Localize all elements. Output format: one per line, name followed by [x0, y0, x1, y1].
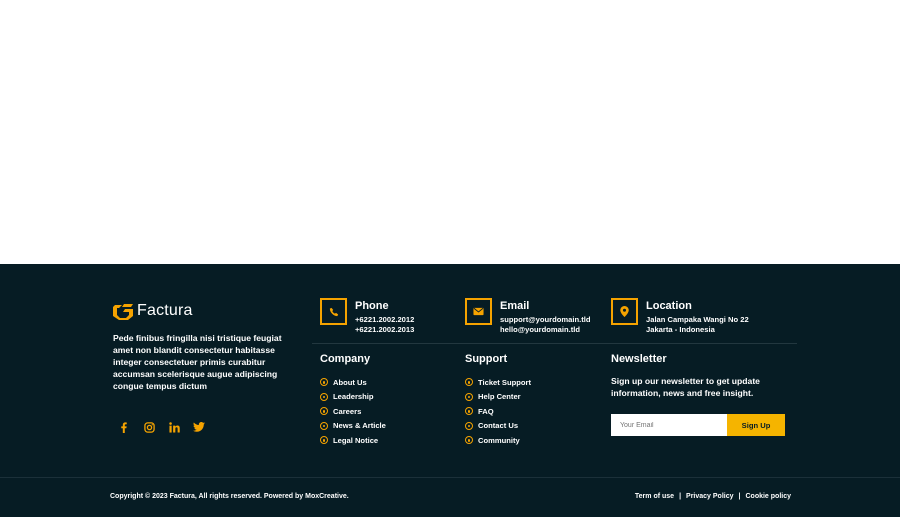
bullet-circle-icon	[465, 421, 473, 430]
footer-link-contact-us[interactable]: Contact Us	[465, 419, 531, 434]
bullet-circle-icon	[465, 436, 473, 445]
cookie-policy-link[interactable]: Cookie policy	[745, 493, 791, 500]
footer-about-text: Pede finibus fringilla nisi tristique fe…	[113, 333, 282, 391]
linkedin-icon[interactable]	[168, 421, 180, 433]
footer-link-legal-notice[interactable]: Legal Notice	[320, 433, 386, 448]
logo-text: Factura	[137, 302, 193, 319]
location-pin-icon	[611, 298, 638, 325]
support-links: Support Ticket Support Help Center FAQ C…	[465, 353, 531, 448]
logo[interactable]: Factura	[113, 302, 288, 320]
footer-link-faq[interactable]: FAQ	[465, 404, 531, 419]
phone-number-1[interactable]: +6221.2002.2012	[355, 315, 414, 325]
newsletter-email-input[interactable]	[611, 414, 727, 436]
contact-location: Location Jalan Campaka Wangi No 22 Jakar…	[611, 298, 749, 335]
link-label: Careers	[333, 406, 362, 416]
bullet-circle-icon	[320, 407, 328, 416]
location-line-1: Jalan Campaka Wangi No 22	[646, 315, 749, 324]
link-label: Community	[478, 435, 520, 445]
link-label: Legal Notice	[333, 435, 379, 445]
footer-link-help-center[interactable]: Help Center	[465, 390, 531, 405]
privacy-policy-link[interactable]: Privacy Policy	[686, 493, 733, 500]
contact-phone: Phone +6221.2002.2012 +6221.2002.2013	[320, 298, 414, 335]
link-label: Contact Us	[478, 421, 519, 431]
link-label: FAQ	[478, 406, 494, 416]
footer-link-about-us[interactable]: About Us	[320, 375, 386, 390]
term-of-use-link[interactable]: Term of use	[635, 493, 674, 500]
newsletter-heading: Newsletter	[611, 353, 667, 365]
newsletter-section: Newsletter Sign up our newsletter to get…	[611, 353, 781, 399]
footer-link-leadership[interactable]: Leadership	[320, 390, 386, 405]
copyright-text: Copyright © 2023 Factura, All rights res…	[110, 493, 349, 500]
instagram-icon[interactable]	[143, 421, 155, 433]
link-label: News & Article	[333, 421, 386, 431]
link-label: Help Center	[478, 392, 521, 402]
link-label: Leadership	[333, 392, 374, 402]
footer-link-community[interactable]: Community	[465, 433, 531, 448]
phone-title: Phone	[355, 300, 389, 312]
support-heading: Support	[465, 353, 508, 365]
twitter-icon[interactable]	[193, 421, 205, 433]
link-label: Ticket Support	[478, 377, 532, 387]
bullet-circle-icon	[465, 407, 473, 416]
email-address-2[interactable]: hello@yourdomain.tld	[500, 325, 591, 335]
company-links: Company About Us Leadership Careers News…	[320, 353, 386, 448]
footer-brand: Factura Pede finibus fringilla nisi tris…	[113, 302, 288, 392]
bullet-circle-icon	[320, 421, 328, 430]
social-links	[118, 421, 205, 433]
newsletter-form: Sign Up	[611, 414, 785, 436]
footer-link-news-article[interactable]: News & Article	[320, 419, 386, 434]
contact-email: Email support@yourdomain.tld hello@yourd…	[465, 298, 591, 335]
email-title: Email	[500, 300, 530, 312]
contact-divider	[312, 343, 797, 344]
factura-logo-icon	[113, 303, 133, 320]
footer-link-ticket-support[interactable]: Ticket Support	[465, 375, 531, 390]
link-label: About Us	[333, 377, 367, 387]
company-heading: Company	[320, 353, 371, 365]
location-title: Location	[646, 300, 692, 312]
link-separator: |	[738, 493, 741, 500]
facebook-icon[interactable]	[118, 421, 130, 433]
phone-icon	[320, 298, 347, 325]
bullet-circle-icon	[320, 392, 328, 401]
link-separator: |	[679, 493, 682, 500]
email-icon	[465, 298, 492, 325]
legal-links: Term of use | Privacy Policy | Cookie po…	[635, 493, 791, 500]
location-line-2: Jakarta - Indonesia	[646, 325, 715, 334]
page-blank-area	[0, 0, 900, 264]
phone-number-2[interactable]: +6221.2002.2013	[355, 325, 414, 335]
bullet-circle-icon	[465, 378, 473, 387]
bullet-circle-icon	[320, 436, 328, 445]
newsletter-signup-button[interactable]: Sign Up	[727, 414, 785, 436]
footer-link-careers[interactable]: Careers	[320, 404, 386, 419]
email-address-1[interactable]: support@yourdomain.tld	[500, 315, 591, 325]
newsletter-description: Sign up our newsletter to get update inf…	[611, 376, 760, 398]
bullet-circle-icon	[465, 392, 473, 401]
footer-bottom-divider	[0, 477, 900, 478]
site-footer: Factura Pede finibus fringilla nisi tris…	[0, 264, 900, 517]
bullet-circle-icon	[320, 378, 328, 387]
